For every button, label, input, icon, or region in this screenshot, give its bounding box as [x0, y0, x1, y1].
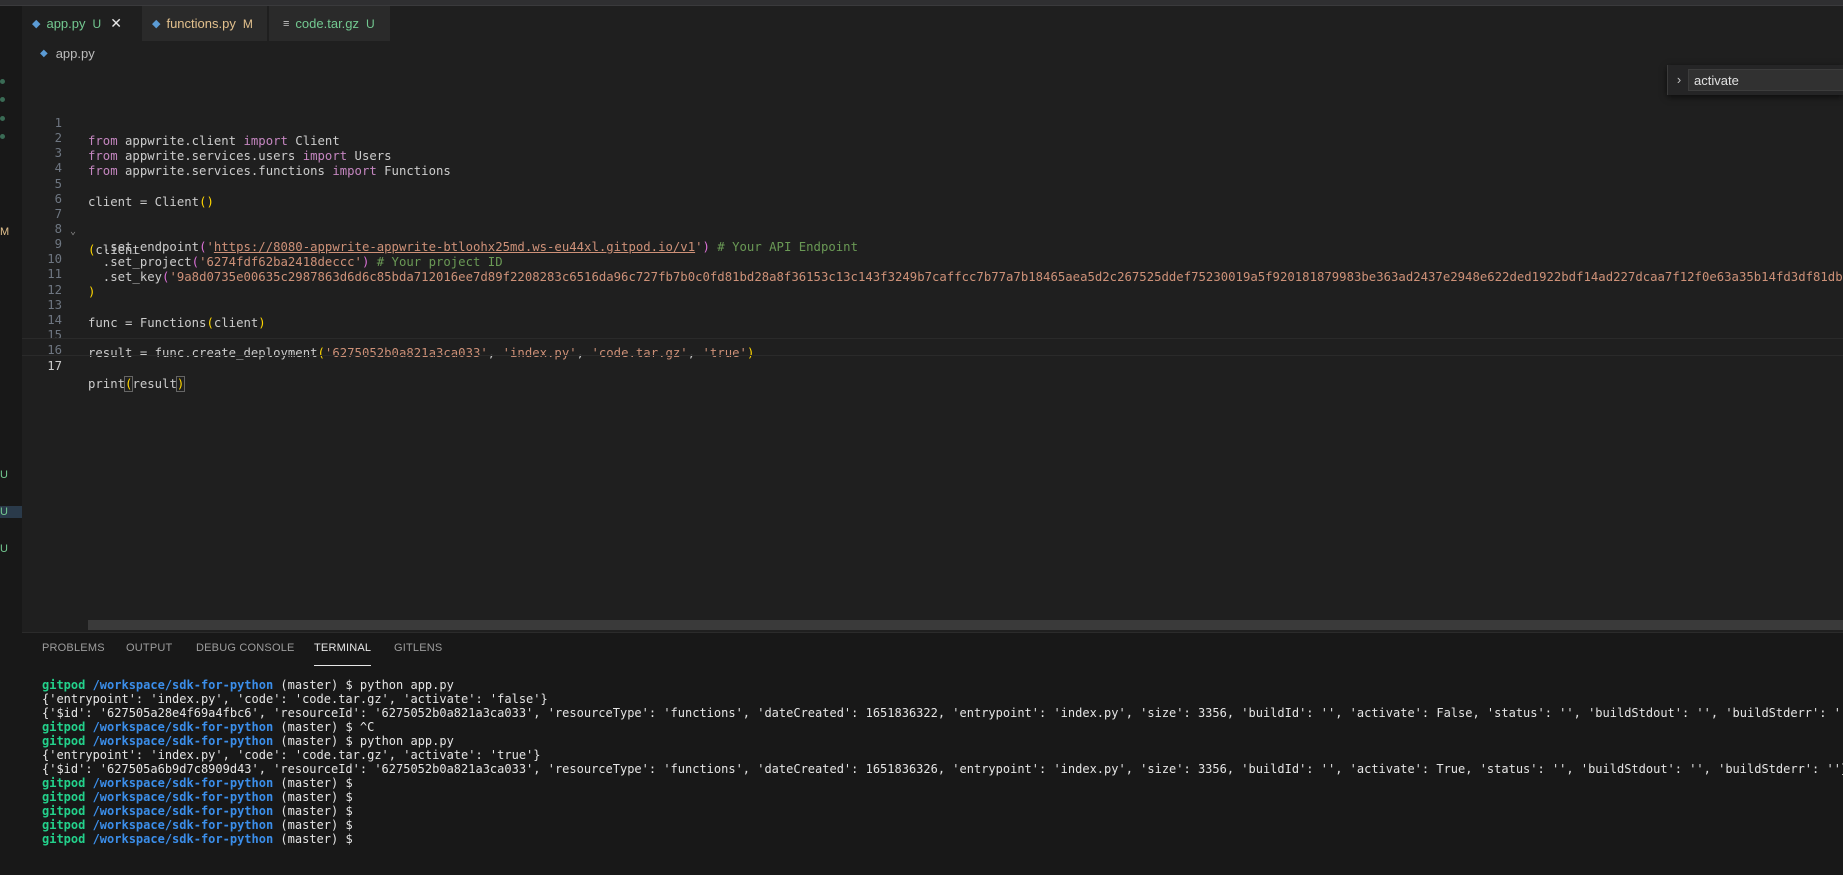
breadcrumb-file[interactable]: app.py	[56, 46, 95, 61]
scm-status-letter: M	[0, 226, 10, 238]
terminal-branch-prompt: (master) $	[273, 790, 360, 804]
tab-terminal[interactable]: TERMINAL	[314, 642, 372, 666]
terminal-path: /workspace/sdk-for-python	[85, 734, 274, 748]
terminal-branch-prompt: (master) $	[273, 818, 360, 832]
terminal-output[interactable]: gitpod /workspace/sdk-for-python (master…	[42, 678, 1843, 846]
tab-gitlens[interactable]: GITLENS	[394, 642, 442, 666]
bottom-panel: PROBLEMS OUTPUT DEBUG CONSOLE TERMINAL G…	[22, 632, 1843, 875]
python-file-icon: ◆	[40, 47, 48, 59]
change-dot	[0, 97, 5, 102]
terminal-prompt-line: gitpod /workspace/sdk-for-python (master…	[42, 678, 1843, 692]
terminal-user: gitpod	[42, 818, 86, 832]
tab-git-status: U	[366, 16, 375, 31]
tab-label: code.tar.gz	[295, 16, 360, 31]
tab-output[interactable]: OUTPUT	[126, 642, 172, 666]
terminal-prompt-line: gitpod /workspace/sdk-for-python (master…	[42, 804, 1843, 818]
terminal-prompt-line: gitpod /workspace/sdk-for-python (master…	[42, 776, 1843, 790]
terminal-branch-prompt: (master) $	[273, 776, 360, 790]
panel-tab-bar: PROBLEMS OUTPUT DEBUG CONSOLE TERMINAL G…	[22, 633, 1843, 667]
scm-status-letter: U	[0, 543, 8, 555]
terminal-user: gitpod	[42, 678, 86, 692]
tab-debug-console[interactable]: DEBUG CONSOLE	[196, 642, 295, 666]
terminal-path: /workspace/sdk-for-python	[85, 832, 274, 846]
tab-functions-py[interactable]: ◆ functions.py M	[142, 6, 268, 41]
terminal-command: python app.py	[359, 678, 454, 692]
scm-status-letter: U	[0, 469, 8, 481]
change-dot	[0, 79, 5, 84]
scm-status-letter: U	[0, 506, 22, 518]
find-widget: ›	[1667, 65, 1843, 95]
horizontal-scrollbar[interactable]	[88, 620, 1843, 630]
line-number: 17	[47, 359, 62, 373]
terminal-path: /workspace/sdk-for-python	[85, 720, 274, 734]
tab-app-py[interactable]: ◆ app.py U ✕	[22, 6, 141, 41]
tab-git-status: U	[92, 16, 102, 31]
code-line-current: 17 print(result)	[22, 338, 1843, 392]
terminal-path: /workspace/sdk-for-python	[85, 678, 274, 692]
terminal-user: gitpod	[42, 720, 86, 734]
code-token: result	[132, 377, 177, 391]
terminal-output-line: {'$id': '627505a6b9d7c8909d43', 'resourc…	[42, 762, 1843, 776]
terminal-user: gitpod	[42, 832, 86, 846]
terminal-prompt-line: gitpod /workspace/sdk-for-python (master…	[42, 818, 1843, 832]
terminal-prompt-line: gitpod /workspace/sdk-for-python (master…	[42, 720, 1843, 734]
code-token: print	[88, 377, 126, 391]
terminal-output-line: {'entrypoint': 'index.py', 'code': 'code…	[42, 748, 541, 762]
terminal-user: gitpod	[42, 776, 86, 790]
terminal-command: ^C	[359, 720, 375, 734]
tab-problems[interactable]: PROBLEMS	[42, 642, 105, 666]
tab-label: functions.py	[166, 16, 236, 31]
terminal-branch-prompt: (master) $	[273, 804, 360, 818]
archive-file-icon: ≡	[283, 17, 290, 30]
terminal-prompt-line: gitpod /workspace/sdk-for-python (master…	[42, 790, 1843, 804]
breadcrumb[interactable]: ◆ app.py	[40, 44, 95, 62]
terminal-branch-prompt: (master) $	[273, 832, 360, 846]
code-editor[interactable]: 1 from appwrite.client import Client 2 f…	[22, 96, 1843, 616]
terminal-path: /workspace/sdk-for-python	[85, 776, 274, 790]
terminal-user: gitpod	[42, 804, 86, 818]
terminal-command: python app.py	[359, 734, 454, 748]
terminal-prompt-line: gitpod /workspace/sdk-for-python (master…	[42, 734, 1843, 748]
change-dot	[0, 116, 5, 121]
terminal-branch-prompt: (master) $	[273, 734, 360, 748]
find-input[interactable]	[1688, 69, 1843, 91]
terminal-branch-prompt: (master) $	[273, 678, 360, 692]
terminal-output-line: {'entrypoint': 'index.py', 'code': 'code…	[42, 692, 548, 706]
terminal-path: /workspace/sdk-for-python	[85, 818, 274, 832]
terminal-user: gitpod	[42, 790, 86, 804]
tab-label: app.py	[46, 16, 86, 31]
python-file-icon: ◆	[32, 18, 41, 30]
terminal-user: gitpod	[42, 734, 86, 748]
code-token: )	[175, 376, 186, 392]
terminal-prompt-line: gitpod /workspace/sdk-for-python (master…	[42, 832, 1843, 846]
terminal-branch-prompt: (master) $	[273, 720, 360, 734]
python-file-icon: ◆	[152, 18, 161, 30]
chevron-right-icon[interactable]: ›	[1672, 72, 1686, 88]
gutter-strip: M U U U	[0, 6, 22, 875]
close-icon[interactable]: ✕	[110, 15, 122, 32]
change-dot	[0, 134, 5, 139]
terminal-output-line: {'$id': '627505a28e4f69a4fbc6', 'resourc…	[42, 706, 1843, 720]
terminal-path: /workspace/sdk-for-python	[85, 804, 274, 818]
tab-git-status: M	[242, 16, 253, 31]
terminal-path: /workspace/sdk-for-python	[85, 790, 274, 804]
tab-code-tar-gz[interactable]: ≡ code.tar.gz U	[269, 6, 391, 41]
editor-tab-bar: ◆ app.py U ✕ ◆ functions.py M ≡ code.tar…	[22, 6, 1843, 41]
